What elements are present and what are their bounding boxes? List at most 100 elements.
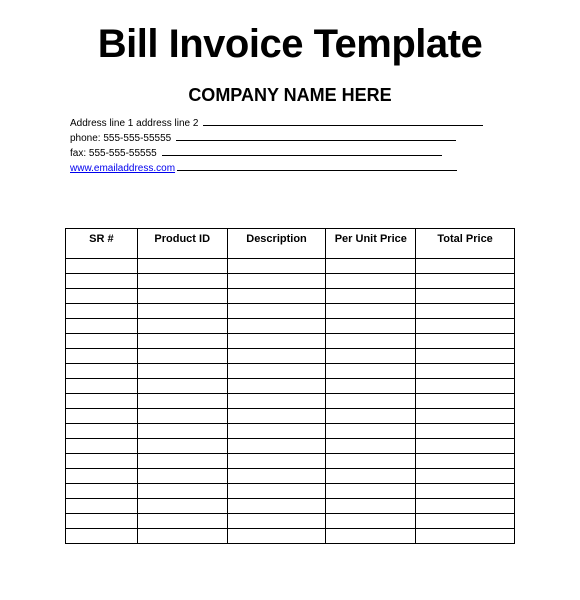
table-cell — [66, 469, 138, 484]
fax-underline — [162, 146, 442, 156]
table-cell — [66, 424, 138, 439]
table-cell — [326, 529, 416, 544]
table-cell — [137, 409, 227, 424]
page-title: Bill Invoice Template — [40, 22, 540, 67]
table-row — [66, 439, 515, 454]
table-cell — [137, 424, 227, 439]
table-cell — [326, 484, 416, 499]
table-row — [66, 364, 515, 379]
table-cell — [137, 484, 227, 499]
table-cell — [416, 439, 515, 454]
table-cell — [227, 394, 326, 409]
email-underline — [177, 161, 457, 171]
table-cell — [416, 319, 515, 334]
table-cell — [227, 274, 326, 289]
col-per-unit-price: Per Unit Price — [326, 229, 416, 259]
table-cell — [137, 364, 227, 379]
table-cell — [66, 304, 138, 319]
table-cell — [326, 259, 416, 274]
table-cell — [416, 469, 515, 484]
col-product-id: Product ID — [137, 229, 227, 259]
table-cell — [137, 349, 227, 364]
table-cell — [326, 349, 416, 364]
table-cell — [416, 334, 515, 349]
table-row — [66, 349, 515, 364]
table-cell — [66, 514, 138, 529]
table-cell — [416, 499, 515, 514]
table-cell — [137, 334, 227, 349]
table-header-row: SR # Product ID Description Per Unit Pri… — [66, 229, 515, 259]
table-cell — [227, 529, 326, 544]
table-cell — [326, 379, 416, 394]
table-row — [66, 259, 515, 274]
col-total-price: Total Price — [416, 229, 515, 259]
phone-label: phone: 555-555-55555 — [70, 131, 174, 146]
table-cell — [137, 379, 227, 394]
table-cell — [326, 394, 416, 409]
table-cell — [227, 319, 326, 334]
table-cell — [227, 484, 326, 499]
table-cell — [227, 409, 326, 424]
table-cell — [66, 439, 138, 454]
table-cell — [416, 409, 515, 424]
table-cell — [227, 499, 326, 514]
table-cell — [326, 289, 416, 304]
table-cell — [326, 424, 416, 439]
table-cell — [227, 424, 326, 439]
address-label: Address line 1 address line 2 — [70, 116, 201, 131]
table-row — [66, 499, 515, 514]
table-cell — [227, 364, 326, 379]
table-cell — [227, 349, 326, 364]
table-cell — [326, 409, 416, 424]
address-line: Address line 1 address line 2 — [70, 116, 540, 131]
table-cell — [137, 304, 227, 319]
col-sr: SR # — [66, 229, 138, 259]
table-cell — [416, 364, 515, 379]
table-cell — [326, 304, 416, 319]
fax-line: fax: 555-555-55555 — [70, 146, 540, 161]
table-cell — [416, 349, 515, 364]
table-row — [66, 379, 515, 394]
table-cell — [416, 304, 515, 319]
table-cell — [66, 379, 138, 394]
table-cell — [416, 394, 515, 409]
table-row — [66, 514, 515, 529]
table-cell — [137, 319, 227, 334]
table-cell — [326, 514, 416, 529]
table-cell — [66, 454, 138, 469]
table-cell — [326, 439, 416, 454]
table-cell — [66, 364, 138, 379]
fax-label: fax: 555-555-55555 — [70, 146, 160, 161]
table-cell — [137, 469, 227, 484]
table-row — [66, 469, 515, 484]
table-cell — [66, 349, 138, 364]
table-cell — [137, 439, 227, 454]
table-cell — [66, 319, 138, 334]
company-name: COMPANY NAME HERE — [40, 85, 540, 106]
table-cell — [227, 439, 326, 454]
table-row — [66, 334, 515, 349]
table-cell — [416, 274, 515, 289]
phone-line: phone: 555-555-55555 — [70, 131, 540, 146]
table-cell — [326, 454, 416, 469]
table-cell — [416, 529, 515, 544]
table-cell — [227, 379, 326, 394]
table-row — [66, 424, 515, 439]
address-underline — [203, 116, 483, 126]
table-row — [66, 484, 515, 499]
table-cell — [137, 529, 227, 544]
table-cell — [227, 334, 326, 349]
table-cell — [137, 499, 227, 514]
table-cell — [416, 484, 515, 499]
table-cell — [66, 394, 138, 409]
table-row — [66, 274, 515, 289]
table-row — [66, 394, 515, 409]
table-cell — [137, 514, 227, 529]
table-row — [66, 304, 515, 319]
table-row — [66, 529, 515, 544]
table-cell — [227, 304, 326, 319]
table-cell — [416, 514, 515, 529]
email-link[interactable]: www.emailaddress.com — [70, 161, 175, 176]
table-cell — [416, 454, 515, 469]
table-row — [66, 289, 515, 304]
